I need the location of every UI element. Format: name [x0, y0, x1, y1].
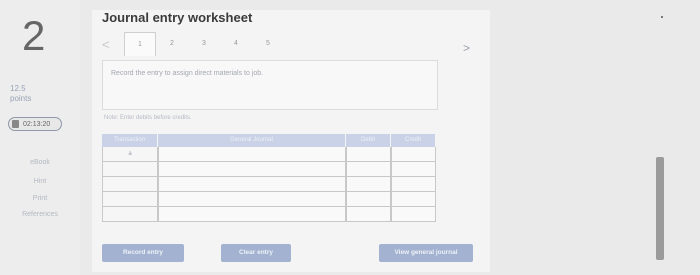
account-select[interactable] — [158, 162, 346, 177]
account-select[interactable] — [158, 192, 346, 207]
credit-input[interactable] — [391, 162, 436, 177]
table-row: a — [102, 147, 436, 162]
credit-input[interactable] — [391, 192, 436, 207]
tab-3[interactable]: 3 — [188, 32, 220, 56]
scrollbar[interactable] — [656, 157, 664, 260]
instruction-box: Record the entry to assign direct materi… — [102, 60, 438, 110]
next-chevron-icon[interactable]: > — [463, 41, 470, 55]
view-general-journal-button[interactable]: View general journal — [379, 244, 473, 262]
question-sidebar: 2 12.5 points 02:13:20 eBook Hint Print … — [0, 0, 80, 275]
timer-icon — [12, 120, 19, 128]
timer-badge[interactable]: 02:13:20 — [8, 117, 62, 131]
prev-chevron-icon[interactable]: < — [102, 37, 110, 52]
debit-input[interactable] — [346, 207, 391, 222]
transaction-cell: a — [102, 147, 158, 162]
credit-input[interactable] — [391, 147, 436, 162]
debit-input[interactable] — [346, 162, 391, 177]
table-row — [102, 207, 436, 222]
tab-5[interactable]: 5 — [252, 32, 284, 56]
worksheet-pager: < 1 2 3 4 5 — [102, 32, 482, 56]
sidebar-link-references[interactable]: References — [0, 211, 80, 218]
column-header-credit: Credit — [391, 134, 436, 147]
transaction-cell — [102, 177, 158, 192]
sidebar-link-hint[interactable]: Hint — [0, 178, 80, 185]
debit-input[interactable] — [346, 147, 391, 162]
timer-text: 02:13:20 — [23, 120, 51, 128]
clear-entry-button[interactable]: Clear entry — [221, 244, 291, 262]
record-entry-button[interactable]: Record entry — [102, 244, 184, 262]
tab-2[interactable]: 2 — [156, 32, 188, 56]
worksheet-title: Journal entry worksheet — [102, 10, 253, 25]
column-header-transaction: Transaction — [102, 134, 158, 147]
instruction-text: Record the entry to assign direct materi… — [111, 70, 264, 77]
transaction-cell — [102, 192, 158, 207]
transaction-cell — [102, 162, 158, 177]
dot-icon — [661, 16, 663, 18]
debit-input[interactable] — [346, 177, 391, 192]
debit-input[interactable] — [346, 192, 391, 207]
table-row — [102, 177, 436, 192]
table-row — [102, 192, 436, 207]
credit-input[interactable] — [391, 177, 436, 192]
account-select[interactable] — [158, 207, 346, 222]
tab-4[interactable]: 4 — [220, 32, 252, 56]
points-label: 12.5 points — [10, 84, 32, 103]
credit-input[interactable] — [391, 207, 436, 222]
sidebar-link-ebook[interactable]: eBook — [0, 159, 80, 166]
column-header-debit: Debit — [346, 134, 391, 147]
column-header-general-journal: General Journal — [158, 134, 346, 147]
worksheet-panel: Journal entry worksheet < 1 2 3 4 5 Reco… — [92, 10, 490, 272]
tab-1[interactable]: 1 — [124, 32, 156, 56]
note-text: Note: Enter debits before credits. — [104, 115, 192, 121]
account-select[interactable] — [158, 177, 346, 192]
transaction-cell — [102, 207, 158, 222]
table-row — [102, 162, 436, 177]
sidebar-link-print[interactable]: Print — [0, 195, 80, 202]
account-select[interactable] — [158, 147, 346, 162]
journal-table: Transaction General Journal Debit Credit… — [102, 134, 436, 222]
table-header: Transaction General Journal Debit Credit — [102, 134, 436, 147]
question-number: 2 — [22, 12, 46, 59]
